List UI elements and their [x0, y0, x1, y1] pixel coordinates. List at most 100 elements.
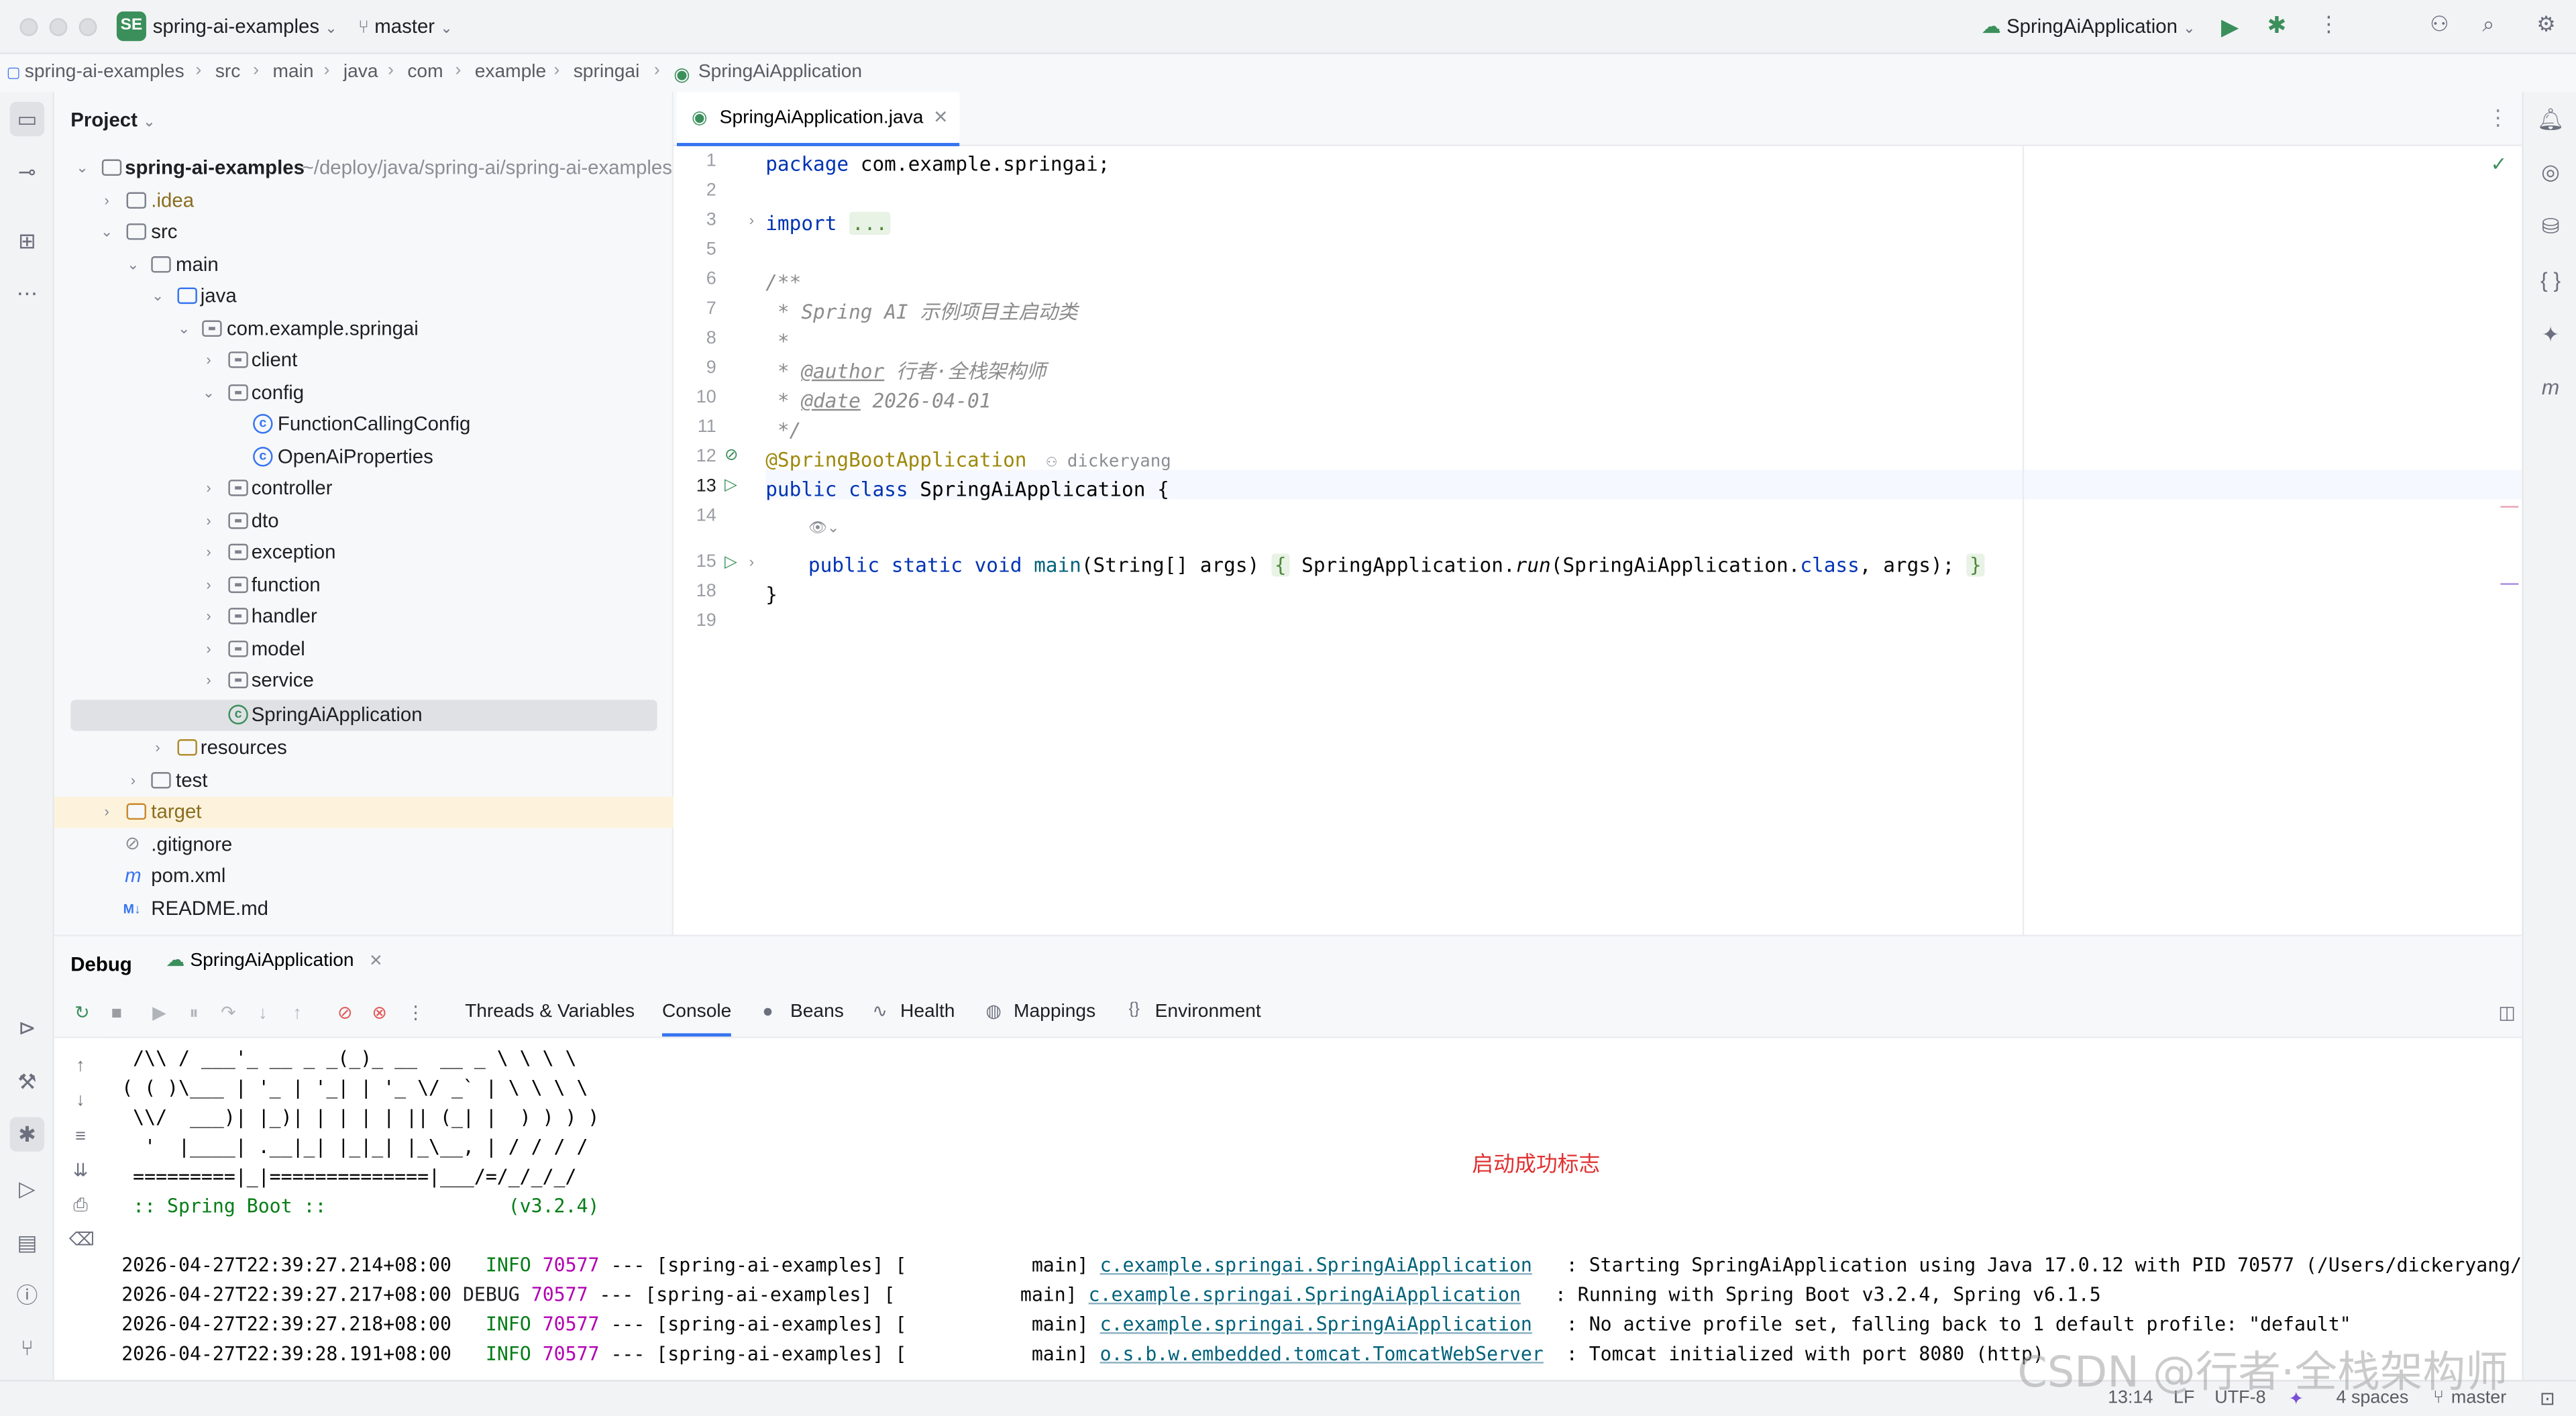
tree-item-file[interactable]: m pom.xml [54, 861, 657, 892]
code-comment[interactable]: * [765, 327, 790, 356]
debug-icon[interactable]: ✱ [2267, 11, 2287, 40]
close-icon[interactable]: ✕ [369, 952, 383, 971]
ai-assistant-icon[interactable]: ◎ [2533, 154, 2567, 188]
tree-item-package[interactable]: ⌄ com.example.springai [54, 313, 657, 345]
code-comment[interactable]: * Spring AI 示例项目主启动类 [765, 297, 1077, 327]
breadcrumb-item[interactable]: springai [574, 62, 640, 82]
tree-item-package[interactable]: › dto [54, 505, 657, 537]
run-config-selector[interactable]: ☁ SpringAiApplication ⌄ [1981, 15, 2195, 38]
code-comment[interactable]: * @date 2026-04-01 [765, 386, 991, 416]
inlay-hint[interactable]: 👁⌄ [808, 517, 839, 537]
project-selector[interactable]: spring-ai-examples ⌄ [153, 15, 337, 38]
tree-item-spring-class[interactable]: c SpringAiApplication [70, 700, 657, 731]
tree-item-file[interactable]: M↓ README.md [54, 893, 657, 924]
scroll-up-icon[interactable]: ↑ [69, 1054, 92, 1077]
console-output[interactable]: /\\ / ___'_ __ _ _(_)_ __ __ _ \ \ \ \ (… [121, 1038, 2522, 1382]
notifications-bell-icon[interactable]: 🔔︎ [2533, 102, 2567, 136]
project-folder-icon[interactable]: ▭ [9, 101, 45, 137]
run-gutter-icon[interactable]: ▷ [724, 553, 737, 571]
search-icon[interactable]: ⌕ [2482, 11, 2494, 38]
tree-item-package[interactable]: ⌄ config [54, 377, 657, 409]
resume-icon[interactable]: ▶ [148, 1002, 170, 1025]
code-comment[interactable]: * @author 行者·全栈架构师 [765, 356, 1046, 386]
debug-bug-icon[interactable]: ✱ [9, 1117, 45, 1152]
tree-item-excluded-folder[interactable]: › target [54, 796, 674, 828]
folded-imports[interactable]: ... [849, 211, 892, 235]
code-comment[interactable]: */ [765, 416, 801, 445]
close-icon[interactable]: ✕ [933, 107, 949, 128]
commit-icon[interactable]: ⊸ [10, 154, 44, 188]
code-brace[interactable]: } [765, 580, 777, 609]
scroll-down-icon[interactable]: ↓ [69, 1089, 92, 1112]
tree-item-package[interactable]: › model [54, 633, 657, 665]
tab-console[interactable]: Console [661, 1002, 732, 1037]
window-close-button[interactable] [19, 17, 38, 36]
clear-trash-icon[interactable]: ⌫ [69, 1229, 95, 1252]
tree-item-folder[interactable]: ⌄ main [54, 249, 657, 280]
author-inlay[interactable]: ⚇ dickeryang [1046, 451, 1171, 471]
tree-item-package[interactable]: › exception [54, 537, 657, 569]
fold-expand-icon[interactable]: › [749, 553, 754, 569]
tree-item-folder[interactable]: ⌄ src [54, 217, 657, 248]
tab-environment[interactable]: Environment [1155, 1002, 1261, 1022]
project-panel-title[interactable]: Project ⌄ [70, 109, 155, 131]
log-logger-link[interactable]: c.example.springai.SpringAiApplication [1100, 1313, 1532, 1336]
build-hammer-icon[interactable]: ⚒ [10, 1065, 44, 1099]
more-actions-icon[interactable]: ⋮ [2318, 11, 2340, 38]
tree-item-resources-folder[interactable]: › resources [54, 732, 657, 764]
tree-item-package[interactable]: › handler [54, 601, 657, 633]
more-options-icon[interactable]: ⋮ [404, 1002, 427, 1025]
log-logger-link[interactable]: o.s.b.w.embedded.tomcat.TomcatWebServer [1100, 1342, 1544, 1365]
tree-item-module-root[interactable]: ⌄ spring-ai-examples ~/deploy/java/sprin… [54, 153, 672, 184]
editor-tab[interactable]: ◉ SpringAiApplication.java ✕ [676, 92, 960, 146]
code-line[interactable]: @SpringBootApplication ⚇ dickeryang [765, 445, 1171, 475]
log-logger-link[interactable]: c.example.springai.SpringAiApplication [1100, 1254, 1532, 1276]
settings-gear-icon[interactable]: ⚙ [2536, 11, 2556, 38]
code-line[interactable]: package com.example.springai; [765, 150, 1110, 179]
tab-beans[interactable]: Beans [790, 1002, 844, 1022]
tab-health[interactable]: Health [900, 1002, 955, 1022]
structure-icon[interactable]: ⊞ [10, 223, 44, 258]
add-user-icon[interactable]: ⚇ [2430, 11, 2449, 38]
lock-icon[interactable]: ⊡ [2540, 1388, 2555, 1409]
breadcrumb-item[interactable]: spring-ai-examples [25, 62, 184, 82]
tree-item-class[interactable]: c OpenAiProperties [54, 441, 657, 473]
tree-item-folder[interactable]: › .idea [54, 185, 657, 217]
breadcrumb-item[interactable]: java [343, 62, 378, 82]
breadcrumb-item[interactable]: src [215, 62, 241, 82]
stop-icon[interactable]: ■ [105, 1002, 128, 1025]
tree-item-package[interactable]: › client [54, 345, 657, 376]
code-comment[interactable]: /** [765, 268, 801, 297]
soft-wrap-icon[interactable]: ≡ [69, 1126, 92, 1148]
maven-icon[interactable]: m [2533, 370, 2567, 404]
project-badge[interactable]: SE [116, 11, 146, 42]
pause-icon[interactable]: ⏸ [182, 1002, 205, 1025]
fold-expand-icon[interactable]: › [749, 212, 754, 228]
step-out-icon[interactable]: ↑ [286, 1002, 309, 1025]
services-icon[interactable]: ⊳ [10, 1010, 44, 1044]
more-options-icon[interactable]: ⋮ [2487, 105, 2509, 131]
problems-icon[interactable]: ⓘ [10, 1278, 44, 1312]
tree-item-file[interactable]: ⊘ .gitignore [54, 829, 657, 861]
mute-breakpoints-icon[interactable]: ⊗ [368, 1002, 391, 1025]
run-gutter-icon[interactable]: ▷ [724, 476, 737, 494]
database-icon[interactable]: ⛁ [2533, 209, 2567, 243]
more-tools-icon[interactable]: ⋯ [10, 276, 44, 310]
run-icon[interactable]: ▷ [10, 1171, 44, 1205]
log-logger-link[interactable]: c.example.springai.SpringAiApplication [1089, 1283, 1521, 1306]
spring-bean-gutter-icon[interactable]: ⊘ [724, 447, 739, 465]
view-breakpoints-icon[interactable]: ⊘ [333, 1002, 356, 1025]
layout-icon[interactable]: ◫ [2496, 1002, 2518, 1025]
breadcrumb-item[interactable]: example [475, 62, 546, 82]
step-over-icon[interactable]: ↷ [217, 1002, 239, 1025]
tree-item-package[interactable]: › function [54, 569, 657, 601]
code-line[interactable]: public static void main(String[] args) {… [808, 550, 1985, 580]
tab-threads-variables[interactable]: Threads & Variables [465, 1002, 635, 1022]
tree-item-class[interactable]: c FunctionCallingConfig [54, 409, 657, 441]
tree-item-folder[interactable]: › test [54, 765, 657, 796]
breadcrumb-item[interactable]: main [273, 62, 314, 82]
terminal-icon[interactable]: ▤ [10, 1226, 44, 1260]
step-into-icon[interactable]: ↓ [252, 1002, 274, 1025]
plugin-icon[interactable]: ✦ [2533, 317, 2567, 351]
breadcrumb-item[interactable]: com [407, 62, 443, 82]
